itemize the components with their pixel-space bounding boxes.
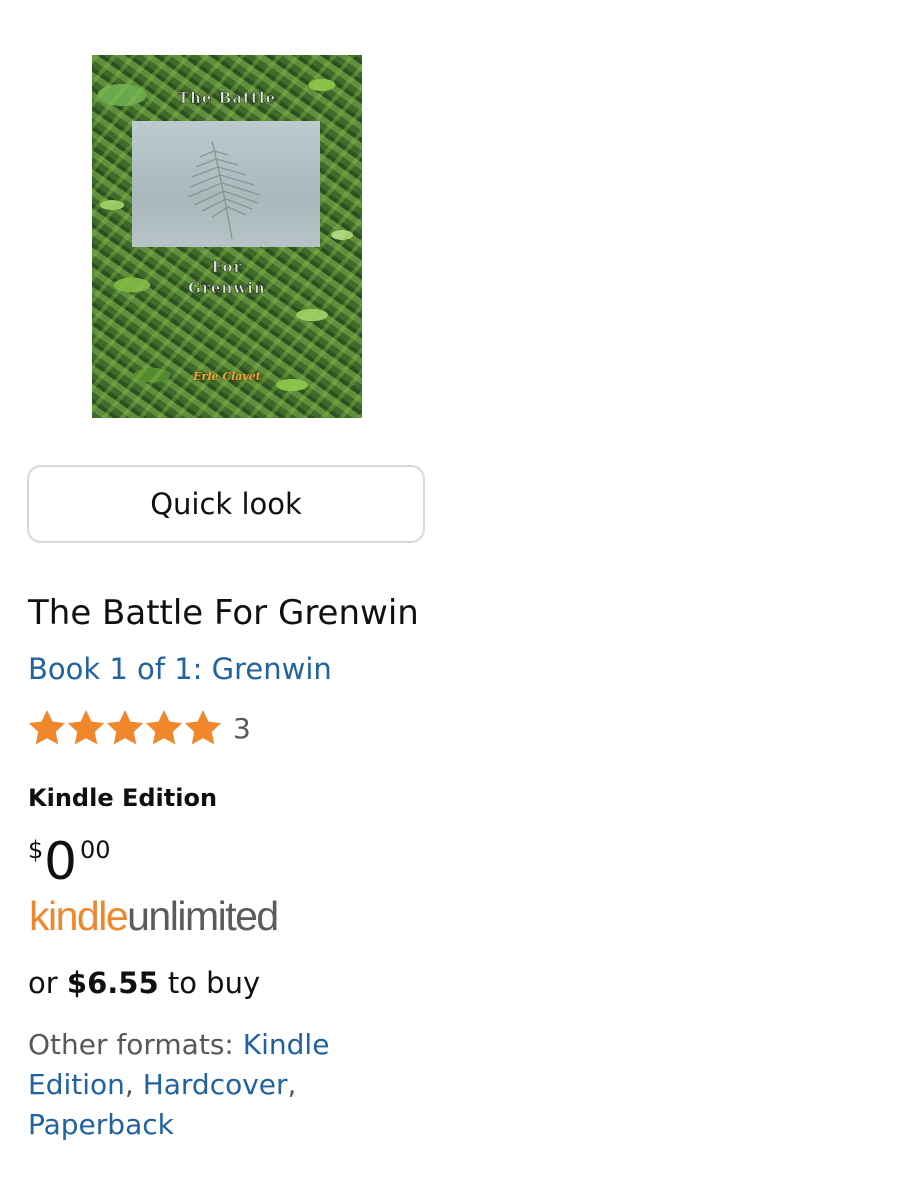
cover-fern-image: [132, 121, 320, 247]
cover-title-line-2: For: [211, 258, 243, 277]
price-fraction: 00: [80, 836, 111, 864]
star-icon: [67, 709, 105, 745]
buy-price-line: or $6.55 to buy: [28, 966, 260, 1000]
buy-prefix: or: [28, 966, 58, 1000]
series-link[interactable]: Book 1 of 1: Grenwin: [28, 652, 332, 686]
star-icon: [106, 709, 144, 745]
buy-suffix: to buy: [167, 966, 261, 1000]
quick-look-button[interactable]: Quick look: [27, 465, 425, 543]
format-separator: ,: [124, 1068, 143, 1101]
product-card: The Battle For Grenwin Erle Clavet Quick…: [0, 0, 909, 1200]
kindle-unlimited-logo: kindleunlimited: [29, 893, 279, 945]
star-icon: [145, 709, 183, 745]
kindle-unlimited-logo-kindle: kindle: [29, 893, 129, 939]
buy-price[interactable]: $6.55: [67, 966, 159, 1000]
rating-count[interactable]: 3: [233, 712, 251, 745]
product-title[interactable]: The Battle For Grenwin: [28, 593, 419, 633]
cover-title-line-1: The Battle: [177, 89, 277, 108]
star-icon: [28, 709, 66, 745]
star-icon: [184, 709, 222, 745]
other-formats-label: Other formats:: [28, 1028, 234, 1061]
price-currency-symbol: $: [28, 836, 44, 864]
star-rating[interactable]: [28, 709, 223, 747]
price-whole: 0: [44, 832, 78, 892]
format-link-hardcover[interactable]: Hardcover: [143, 1068, 288, 1101]
rating-row: 3: [28, 708, 251, 748]
format-link-paperback[interactable]: Paperback: [28, 1108, 174, 1141]
format-separator: ,: [287, 1068, 297, 1101]
format-label[interactable]: Kindle Edition: [28, 784, 217, 812]
book-cover-image[interactable]: The Battle For Grenwin Erle Clavet: [92, 55, 362, 418]
other-formats: Other formats: Kindle Edition, Hardcover…: [28, 1025, 348, 1145]
cover-author: Erle Clavet: [193, 370, 261, 383]
kindle-unlimited-logo-unlimited: unlimited: [127, 893, 279, 939]
cover-title-line-3: Grenwin: [188, 279, 266, 298]
